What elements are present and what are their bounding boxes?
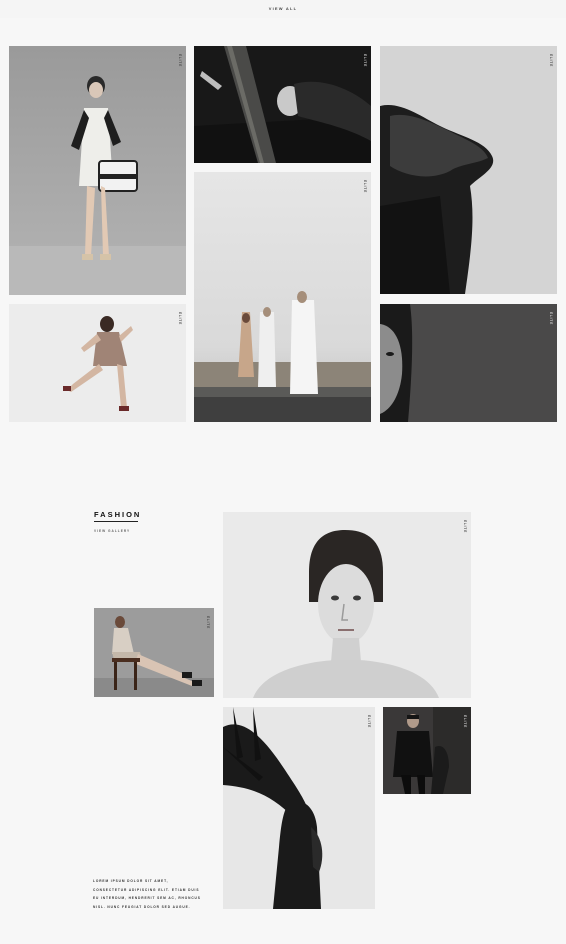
photo-caption: ELITE [363, 180, 367, 194]
photo-hair-flip[interactable]: ELITE [223, 707, 375, 909]
view-all-link[interactable]: VIEW ALL [0, 6, 566, 11]
title-underline [94, 521, 138, 522]
view-gallery-link[interactable]: VIEW GALLERY [94, 529, 130, 533]
photo-caption: ELITE [363, 54, 367, 68]
photo-seated-woman[interactable]: ELITE [94, 608, 214, 697]
photo-caption: ELITE [178, 312, 182, 326]
photo-caption: ELITE [367, 715, 371, 729]
section-title: FASHION [94, 510, 142, 519]
fashion-description: LOREM IPSUM DOLOR SIT AMET, CONSECTETUR … [93, 879, 201, 909]
photo-caption: ELITE [549, 54, 553, 68]
photo-running-woman[interactable]: ELITE [9, 304, 186, 422]
photo-profile-tilted[interactable]: ELITE [380, 46, 557, 294]
photo-caption: ELITE [549, 312, 553, 326]
photo-woman-handbag[interactable]: ELITE [9, 46, 186, 295]
photo-caption: ELITE [178, 54, 182, 68]
photo-portrait-large[interactable]: ELITE [223, 512, 471, 698]
photo-caption: ELITE [463, 715, 467, 729]
photo-beach-group[interactable]: ELITE [194, 172, 371, 422]
photo-man-leather-jacket[interactable]: ELITE [383, 707, 471, 794]
photo-caption: ELITE [463, 520, 467, 534]
photo-dark-half-face[interactable]: ELITE [380, 304, 557, 422]
photo-caption: ELITE [206, 616, 210, 630]
photo-woman-lying-dark[interactable]: ELITE [194, 46, 371, 163]
